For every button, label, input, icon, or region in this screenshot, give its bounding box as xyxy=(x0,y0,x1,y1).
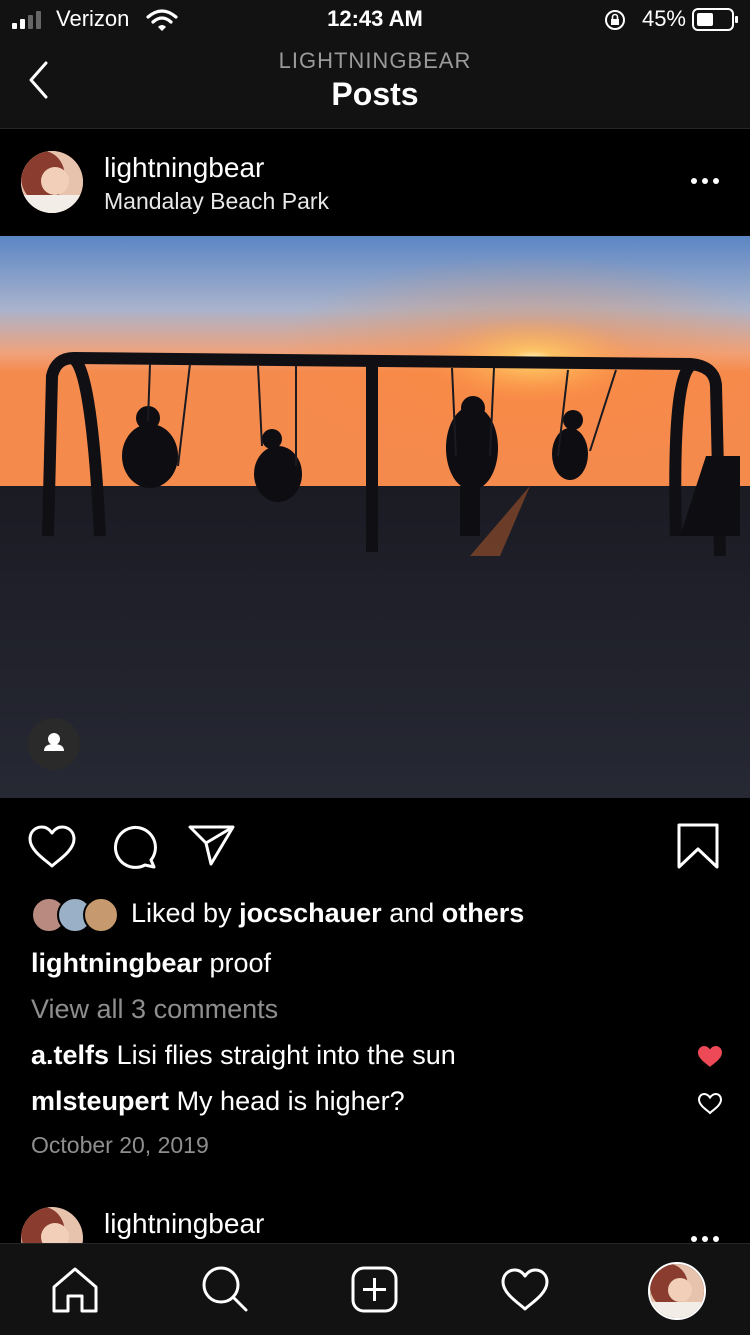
comment-username[interactable]: a.telfs xyxy=(31,1040,109,1070)
battery-icon xyxy=(692,8,738,31)
likes-prefix: Liked by xyxy=(131,898,232,928)
post-caption: lightningbear proof xyxy=(31,948,271,979)
likes-summary[interactable]: Liked by jocschauer and others xyxy=(131,898,524,929)
home-icon[interactable] xyxy=(50,1265,100,1315)
comment-row: mlsteupert My head is higher? xyxy=(31,1086,405,1117)
next-post-username[interactable]: lightningbear xyxy=(104,1208,264,1240)
clock: 12:43 AM xyxy=(327,6,423,31)
next-post-more-options-button[interactable] xyxy=(691,1236,719,1242)
bottom-tab-bar xyxy=(0,1243,750,1335)
comment-row: a.telfs Lisi flies straight into the sun xyxy=(31,1040,456,1071)
liker-username[interactable]: jocschauer xyxy=(239,898,382,928)
save-button[interactable] xyxy=(676,822,720,870)
sunset-swing-photo xyxy=(0,236,750,798)
post-author-username[interactable]: lightningbear xyxy=(104,152,264,184)
caption-text: proof xyxy=(209,948,272,978)
battery-percent: 45% xyxy=(641,6,686,31)
post-date: October 20, 2019 xyxy=(31,1132,209,1158)
share-button[interactable] xyxy=(187,823,237,867)
person-icon xyxy=(44,733,64,751)
likes-others[interactable]: others xyxy=(442,898,525,928)
profile-username-header: LIGHTNINGBEAR xyxy=(278,48,472,73)
post-author-avatar[interactable] xyxy=(21,151,83,213)
rotation-lock-icon xyxy=(605,10,625,30)
comment-unliked-heart-icon[interactable] xyxy=(697,1092,723,1116)
new-post-icon[interactable] xyxy=(350,1265,400,1315)
search-icon[interactable] xyxy=(200,1264,250,1314)
tagged-people-button[interactable] xyxy=(28,718,80,770)
avatar-photo xyxy=(650,1264,704,1318)
comment-text: My head is higher? xyxy=(176,1086,405,1116)
avatar-photo xyxy=(21,151,83,213)
liker-avatar xyxy=(83,897,119,933)
page-title: Posts xyxy=(331,76,419,112)
view-all-comments-link[interactable]: View all 3 comments xyxy=(31,994,278,1025)
likes-and: and xyxy=(389,898,435,928)
activity-icon[interactable] xyxy=(500,1267,550,1313)
post-photo[interactable] xyxy=(0,236,750,798)
more-options-button[interactable] xyxy=(691,178,719,184)
post-location[interactable]: Mandalay Beach Park xyxy=(104,188,329,215)
comment-username[interactable]: mlsteupert xyxy=(31,1086,169,1116)
comment-text: Lisi flies straight into the sun xyxy=(116,1040,456,1070)
like-button[interactable] xyxy=(27,824,77,870)
caption-username[interactable]: lightningbear xyxy=(31,948,202,978)
liked-by-avatars[interactable] xyxy=(31,897,121,933)
comment-like-heart-icon[interactable] xyxy=(697,1045,723,1069)
profile-tab-avatar[interactable] xyxy=(648,1262,706,1320)
top-bar: Verizon 12:43 AM 45% LIGHTNINGBEAR Posts xyxy=(0,0,750,129)
comment-button[interactable] xyxy=(108,822,158,870)
